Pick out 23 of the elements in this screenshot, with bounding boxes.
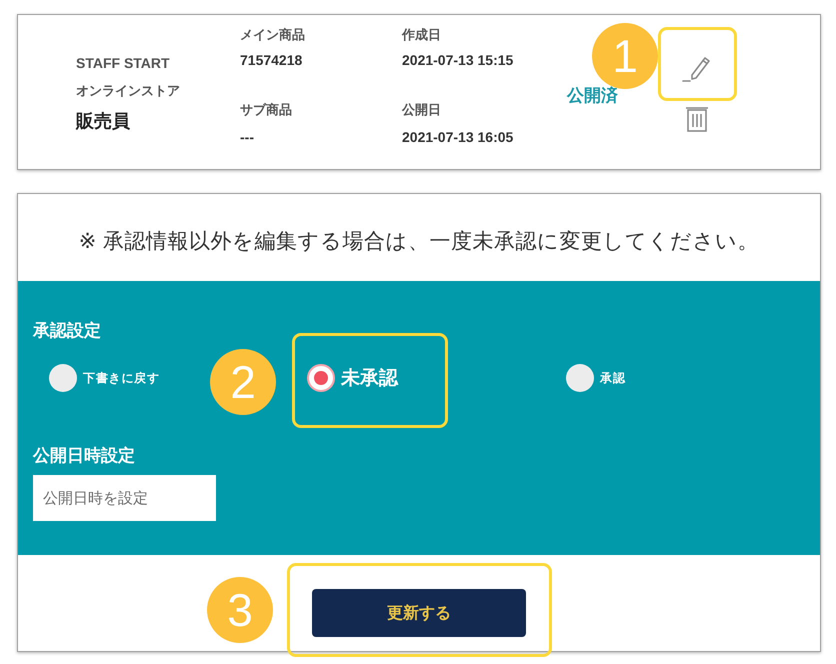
field-value: --- [240, 128, 254, 147]
radio-button[interactable] [566, 364, 594, 392]
datetime-input-field[interactable]: 公開日時を設定 [33, 475, 216, 521]
radio-button[interactable] [49, 364, 77, 392]
publish-datetime-label: 公開日時設定 [33, 445, 135, 467]
radio-button[interactable] [307, 364, 335, 392]
radio-label[interactable]: 下書きに戻す [83, 370, 160, 386]
radio-label[interactable]: 未承認 [341, 365, 398, 391]
delete-trash-icon[interactable] [685, 106, 709, 132]
field-label: メイン商品 [240, 26, 305, 44]
approval-label: 承認設定 [33, 320, 101, 342]
field-value: 2021-07-13 16:05 [402, 128, 514, 147]
field-value: 2021-07-13 15:15 [402, 51, 514, 70]
field-label: 作成日 [402, 26, 441, 44]
edit-note: ※ 承認情報以外を編集する場合は、一度未承認に変更してください。 [78, 229, 760, 255]
store-type: オンラインストア [76, 82, 180, 100]
update-button[interactable]: 更新する [312, 589, 526, 637]
field-value: 71574218 [240, 51, 302, 70]
store-name: STAFF START [76, 54, 170, 73]
field-label: 公開日 [402, 101, 441, 119]
staff-role: 販売員 [76, 110, 130, 133]
radio-label[interactable]: 承認 [600, 370, 626, 386]
field-label: サブ商品 [240, 101, 292, 119]
